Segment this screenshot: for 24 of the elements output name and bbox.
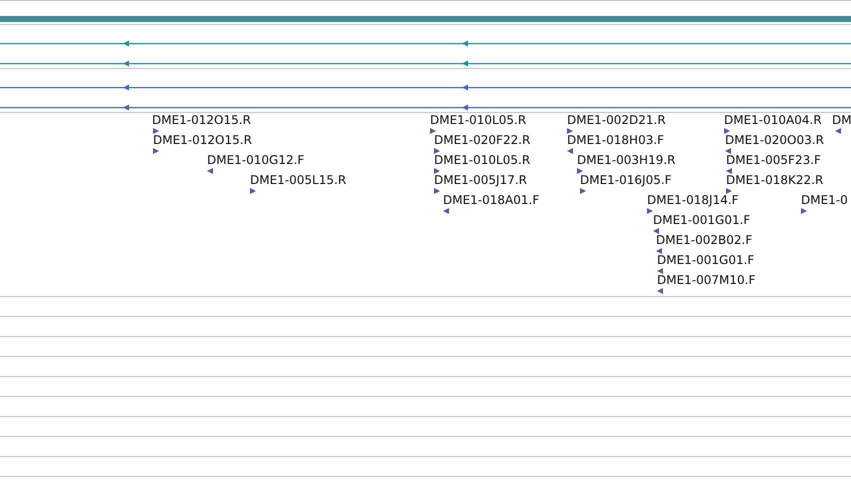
- feature-label: DME1-005L15.R: [250, 173, 346, 187]
- feature-label: DME1-001G01.F: [653, 213, 750, 227]
- feature-label: DME1-018A01.F: [443, 193, 540, 207]
- feature-label: DME1-0: [801, 193, 848, 207]
- feature-label: DME1-010L05.R: [430, 113, 526, 127]
- feature-label: DME1-005J17.R: [434, 173, 528, 187]
- feature-label: DME1-018J14.F: [647, 193, 739, 207]
- feature-label: DME1-005F23.F: [726, 153, 821, 167]
- feature-label: DME1-001G01.F: [657, 253, 754, 267]
- feature-label: DME1-018K22.R: [726, 173, 824, 187]
- feature-label: DME1-010A04.R: [724, 113, 822, 127]
- feature-label: DME1-018H03.F: [567, 133, 664, 147]
- feature-label: DME1-003H19.R: [577, 153, 676, 167]
- feature-label: DME1-016J05.F: [580, 173, 672, 187]
- feature-label: DME1-020F22.R: [434, 133, 530, 147]
- feature-label: DME1-010G12.F: [207, 153, 304, 167]
- feature-label: DME1-012O15.R: [152, 113, 251, 127]
- feature-label: DME1-002B02.F: [656, 233, 752, 247]
- feature-label: DM: [832, 113, 851, 127]
- feature-label: DME1-010L05.R: [434, 153, 530, 167]
- feature-label: DME1-012O15.R: [153, 133, 252, 147]
- feature-label: DME1-020O03.R: [725, 133, 824, 147]
- feature-label: DME1-007M10.F: [657, 273, 756, 287]
- feature-label: DME1-002D21.R: [567, 113, 666, 127]
